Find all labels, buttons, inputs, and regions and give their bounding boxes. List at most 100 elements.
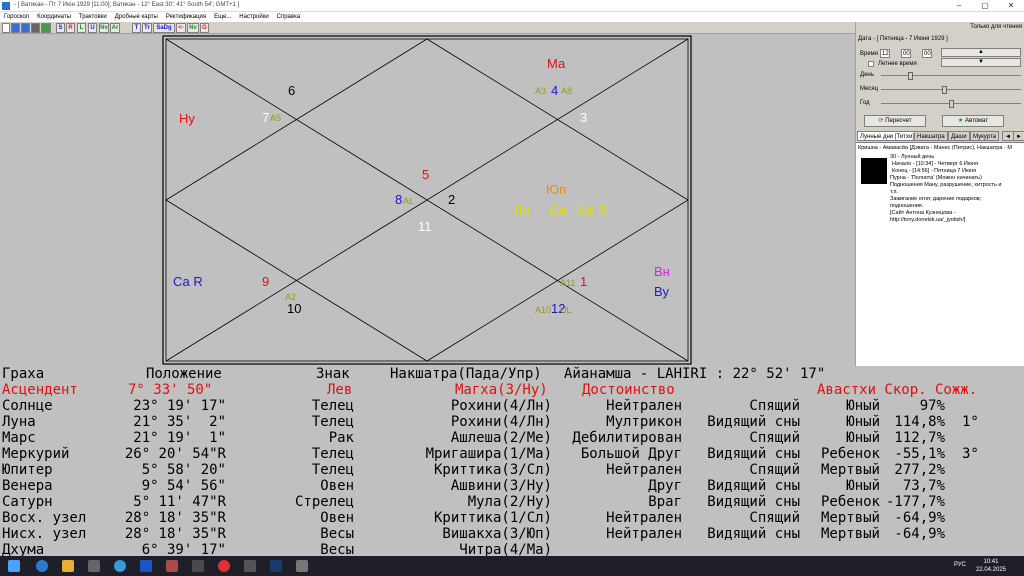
cell-speed: -64,9% [894,526,945,542]
toolbar-r-button[interactable]: R [66,23,75,33]
time-hours-input[interactable]: 12 [880,49,890,58]
cell-speed: 97% [919,398,945,414]
menu-settings[interactable]: Настройки [239,12,268,22]
menu-interpretations[interactable]: Трактовки [79,12,107,22]
windows-start-icon[interactable] [8,560,20,572]
cell-state: Спящий [749,430,800,446]
save-icon[interactable] [21,23,30,33]
new-icon[interactable] [2,23,10,33]
house-6-number: 10 [287,301,302,316]
tab-nakshatra[interactable]: Накшатра [914,131,948,141]
open-icon[interactable] [11,23,20,33]
yandex-icon[interactable] [218,560,230,572]
steam-icon[interactable] [270,560,282,572]
system-clock[interactable]: 10:41 22.04.2025 [976,558,1006,574]
cell-sign: Стрелец [294,494,354,510]
day-slider[interactable] [881,72,1021,83]
time-minutes-input[interactable]: 00 [901,49,911,58]
language-indicator[interactable]: РУС [954,562,966,568]
time-seconds-input[interactable]: 00 [922,49,932,58]
cell-dig: Большой Друг [580,446,682,462]
cell-sign: Овен [320,478,354,494]
toolbar-s-button[interactable]: S [56,23,65,33]
tab-muhurta[interactable]: Мукурта [970,131,999,141]
cell-name: Юпитер [2,462,53,478]
year-slider[interactable] [881,100,1021,111]
telegram-icon[interactable] [114,560,126,572]
toolbar-ar-button[interactable]: Ar [110,23,120,33]
house-2-number: 6 [288,83,296,98]
toolbar-l-button[interactable]: L [77,23,86,33]
day-slider-thumb[interactable] [908,72,913,80]
time-label: Время [860,51,879,57]
arudha-a11-label: A11 [560,278,576,288]
cell-speed: -64,9% [894,510,945,526]
menu-divisional-charts[interactable]: Дробные карты [115,12,158,22]
taskbar: РУС 10:41 22.04.2025 [0,556,1024,576]
maximize-button[interactable]: ▢ [972,0,998,12]
toolbar-back-button[interactable]: <- [176,23,186,33]
house-11-number: 3 [580,110,588,125]
info-line: Начало - [10:34] - Четверг 6 Июня [892,161,979,167]
minimize-button[interactable]: – [946,0,972,12]
cell-age: Юный [846,414,880,430]
cell-state: Видящий сны [707,478,800,494]
close-button[interactable]: ✕ [998,0,1024,12]
menu-help[interactable]: Справка [277,12,301,22]
menu-horoscope[interactable]: Гороскоп [4,12,29,22]
recalc-button[interactable]: ⟳ Пересчет [864,115,926,127]
house-1-number: 5 [422,167,430,182]
app-icon-11[interactable] [296,560,308,572]
chart-icon[interactable] [41,23,51,33]
info-line: т.п. [890,189,898,195]
cell-nak: Мригашира(1/Ма) [425,446,552,462]
tab-next-button[interactable]: ► [1013,131,1024,141]
toolbar-nv2-button[interactable]: Nv [187,23,199,33]
cell-age: Юный [846,398,880,414]
planet-mars-label: Ма [547,56,566,71]
cell-speed: -55,1% [894,446,945,462]
upapada-ul-label: UL [560,305,572,315]
toolbar-tr-button[interactable]: Tr [142,23,152,33]
cell-pos: 5° 11' 47"R [133,494,226,510]
info-line: подношения. [890,203,924,209]
info-line: Пурна - 'Полнота' (Можно начинать) [890,175,982,181]
z-app-icon[interactable] [140,560,152,572]
year-slider-thumb[interactable] [949,100,954,108]
refresh-icon: ⟳ [878,118,884,124]
info-link[interactable]: http://tony.donetsk.ua/_jyotish/] [890,217,965,223]
menu-rectification[interactable]: Ректификация [166,12,206,22]
tab-dashas[interactable]: Даши [948,131,970,141]
toolbar-sadg-button[interactable]: SaDg [153,23,175,33]
edge-icon[interactable] [36,560,48,572]
month-slider[interactable] [881,86,1021,97]
house-3-number: 7 [262,110,270,125]
toolbar-g-button[interactable]: G [200,23,209,33]
dst-checkbox[interactable] [868,61,874,67]
auto-button[interactable]: ★ Автомат [942,115,1004,127]
time-up-button[interactable]: ▲ [941,48,1021,57]
print-icon[interactable] [31,23,40,33]
cell-age: Мертвый [820,462,880,478]
house-7-number: 11 [418,219,432,234]
app-icon-6[interactable] [166,560,178,572]
cell-dig: Друг [648,478,682,494]
file-explorer-icon[interactable] [62,560,74,572]
toolbar-nv-button[interactable]: Nv [99,23,109,33]
toolbar-u-button[interactable]: U [88,23,97,33]
cell-speed: 73,7% [902,478,945,494]
app-icon-7[interactable] [192,560,204,572]
menu-coordinates[interactable]: Координаты [37,12,71,22]
menu-more[interactable]: Еще... [214,12,231,22]
table-row: Луна 21° 35' 2" Телец Рохини(4/Лн) Мултрикон… [0,414,1024,430]
app-icon-9[interactable] [244,560,256,572]
toolbar-t-button[interactable]: T [132,23,141,33]
cell-dig: Нейтрален [606,462,682,478]
cell-name: Марс [2,430,36,446]
month-slider-thumb[interactable] [942,86,947,94]
cell-state: Видящий сны [707,494,800,510]
cell-sign: Телец [311,446,354,462]
time-down-button[interactable]: ▼ [941,58,1021,67]
tab-lunar-days[interactable]: Лунные дни [Титхи] [857,131,917,141]
store-icon[interactable] [88,560,100,572]
